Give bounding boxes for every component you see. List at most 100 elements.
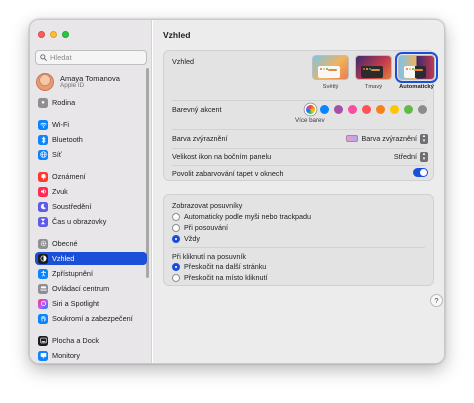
gear-icon [38,238,48,249]
radio-button[interactable] [172,223,180,232]
hand-icon [38,313,48,324]
dark-theme-preview [355,55,392,80]
sidebar-item-label: Soukromí a zabezpečení [52,314,133,323]
bluetooth-icon [38,134,48,145]
accent-graphite[interactable] [418,105,427,114]
sidebar-item-siri-a-spotlight[interactable]: Siri a Spotlight [35,297,147,310]
accent-color-picker [306,105,427,114]
zoom-button[interactable] [62,31,69,38]
radio-label: Přeskočit na další stránku [184,262,267,271]
appearance-settings-group: Vzhled Světlý Tmavý Automatický Barevný … [163,50,438,181]
sidebar-item-cas-u-obrazovky[interactable]: Čas u obrazovky [35,215,147,228]
auto-theme-preview [395,52,438,83]
dock-icon [38,335,48,346]
highlight-color-popup[interactable]: Barva zvýraznění ▴ ▾ [346,133,428,144]
bell-icon [38,171,48,182]
radio-button-selected[interactable] [172,234,180,243]
sidebar-item-zpristupneni[interactable]: Zpřístupnění [35,267,147,280]
hourglass-icon [38,216,48,227]
scrollbars-label: Zobrazovat posuvníky [172,201,243,210]
sidebar-item-label: Plocha a Dock [52,336,100,345]
icon-size-popup[interactable]: Střední ▴ ▾ [394,151,428,162]
accent-blue[interactable] [320,105,329,114]
window-controls [38,31,69,38]
sidebar-item-zvuk[interactable]: Zvuk [35,185,147,198]
search-input[interactable] [50,53,140,62]
appearance-label: Vzhled [172,57,194,66]
scroll-next-page-radio[interactable]: Přeskočit na další stránku [172,262,266,271]
highlight-swatch [346,135,359,142]
divider [172,100,425,101]
scroll-click-position-radio[interactable]: Přeskočit na místo kliknutí [172,273,268,282]
radio-label: Automaticky podle myši nebo trackpadu [184,212,312,221]
highlight-color-label: Barva zvýraznění [172,134,228,143]
divider [172,247,425,248]
theme-dark-option[interactable]: Tmavý [355,55,392,90]
accent-yellow[interactable] [390,105,399,114]
scrollbars-always-radio[interactable]: Vždy [172,234,200,243]
control-center-icon [38,283,48,294]
sidebar-item-obecne[interactable]: Obecné [35,237,147,250]
globe-icon [38,149,48,160]
sidebar-item-oznameni[interactable]: Oznámení [35,170,147,183]
search-field[interactable] [35,50,147,65]
sidebar-item-label: Rodina [52,98,76,107]
divider [172,165,425,166]
sidebar-item-label: Wi-Fi [52,120,70,129]
sidebar-item-wifi[interactable]: Wi-Fi [35,118,147,131]
sidebar-item-bluetooth[interactable]: Bluetooth [35,133,147,146]
sidebar-item-ovladaci-centrum[interactable]: Ovládací centrum [35,282,147,295]
sidebar-item-soustredeni[interactable]: Soustředění [35,200,147,213]
family-icon: ● [38,97,48,108]
siri-icon [38,298,48,309]
appearance-icon [38,253,48,264]
help-button[interactable]: ? [430,294,443,307]
sidebar-item-label: Ovládací centrum [52,284,110,293]
accent-green[interactable] [404,105,413,114]
accent-orange[interactable] [376,105,385,114]
radio-button-selected[interactable] [172,262,180,271]
sidebar-item-vzhled[interactable]: Vzhled [35,252,147,265]
sidebar-item-label: Oznámení [52,172,86,181]
wifi-icon [38,119,48,130]
wallpaper-tint-label: Povolit zabarvování tapet v oknech [172,169,284,178]
apple-id-profile[interactable]: Amaya Tomanova Apple ID [36,71,144,93]
radio-label: Při posouvání [184,223,228,232]
divider [172,148,425,149]
avatar [36,73,54,91]
main-content: Vzhled Vzhled Světlý Tmavý Automatický B… [153,20,444,363]
accent-red[interactable] [362,105,371,114]
accent-pink[interactable] [348,105,357,114]
sidebar-item-soukromi-a-zabezpeceni[interactable]: Soukromí a zabezpečení [35,312,147,325]
sidebar-item-label: Vzhled [52,254,75,263]
highlight-color-value: Barva zvýraznění [361,134,417,143]
radio-label: Přeskočit na místo kliknutí [184,273,268,282]
light-theme-preview [312,55,349,80]
scrollbar-settings-group: Zobrazovat posuvníky Automaticky podle m… [163,194,434,286]
sidebar-item-plocha-a-dock[interactable]: Plocha a Dock [35,334,147,347]
sidebar-item-rodina[interactable]: ● Rodina [35,96,147,109]
sidebar-item-label: Zpřístupnění [52,269,93,278]
theme-light-option[interactable]: Světlý [312,55,349,90]
accessibility-icon [38,268,48,279]
radio-button[interactable] [172,212,180,221]
accent-multicolor[interactable] [306,105,315,114]
sidebar-item-label: Síť [52,150,62,159]
accent-label: Barevný akcent [172,105,222,114]
sidebar-item-label: Obecné [52,239,78,248]
scrollbars-when-scrolling-radio[interactable]: Při posouvání [172,223,228,232]
speaker-icon [38,186,48,197]
scrollbars-auto-radio[interactable]: Automaticky podle myši nebo trackpadu [172,212,311,221]
sidebar-item-monitory[interactable]: Monitory [35,349,147,362]
sidebar-item-sit[interactable]: Síť [35,148,147,161]
theme-auto-option[interactable]: Automatický [395,52,438,90]
sidebar-item-label: Siri a Spotlight [52,299,100,308]
sidebar-item-label: Čas u obrazovky [52,217,107,226]
wallpaper-tint-toggle[interactable] [413,168,428,177]
accent-purple[interactable] [334,105,343,114]
close-button[interactable] [38,31,45,38]
scrollbar-click-label: Při kliknutí na posuvník [172,252,246,261]
profile-subtitle: Apple ID [60,81,85,89]
minimize-button[interactable] [50,31,57,38]
radio-button[interactable] [172,273,180,282]
